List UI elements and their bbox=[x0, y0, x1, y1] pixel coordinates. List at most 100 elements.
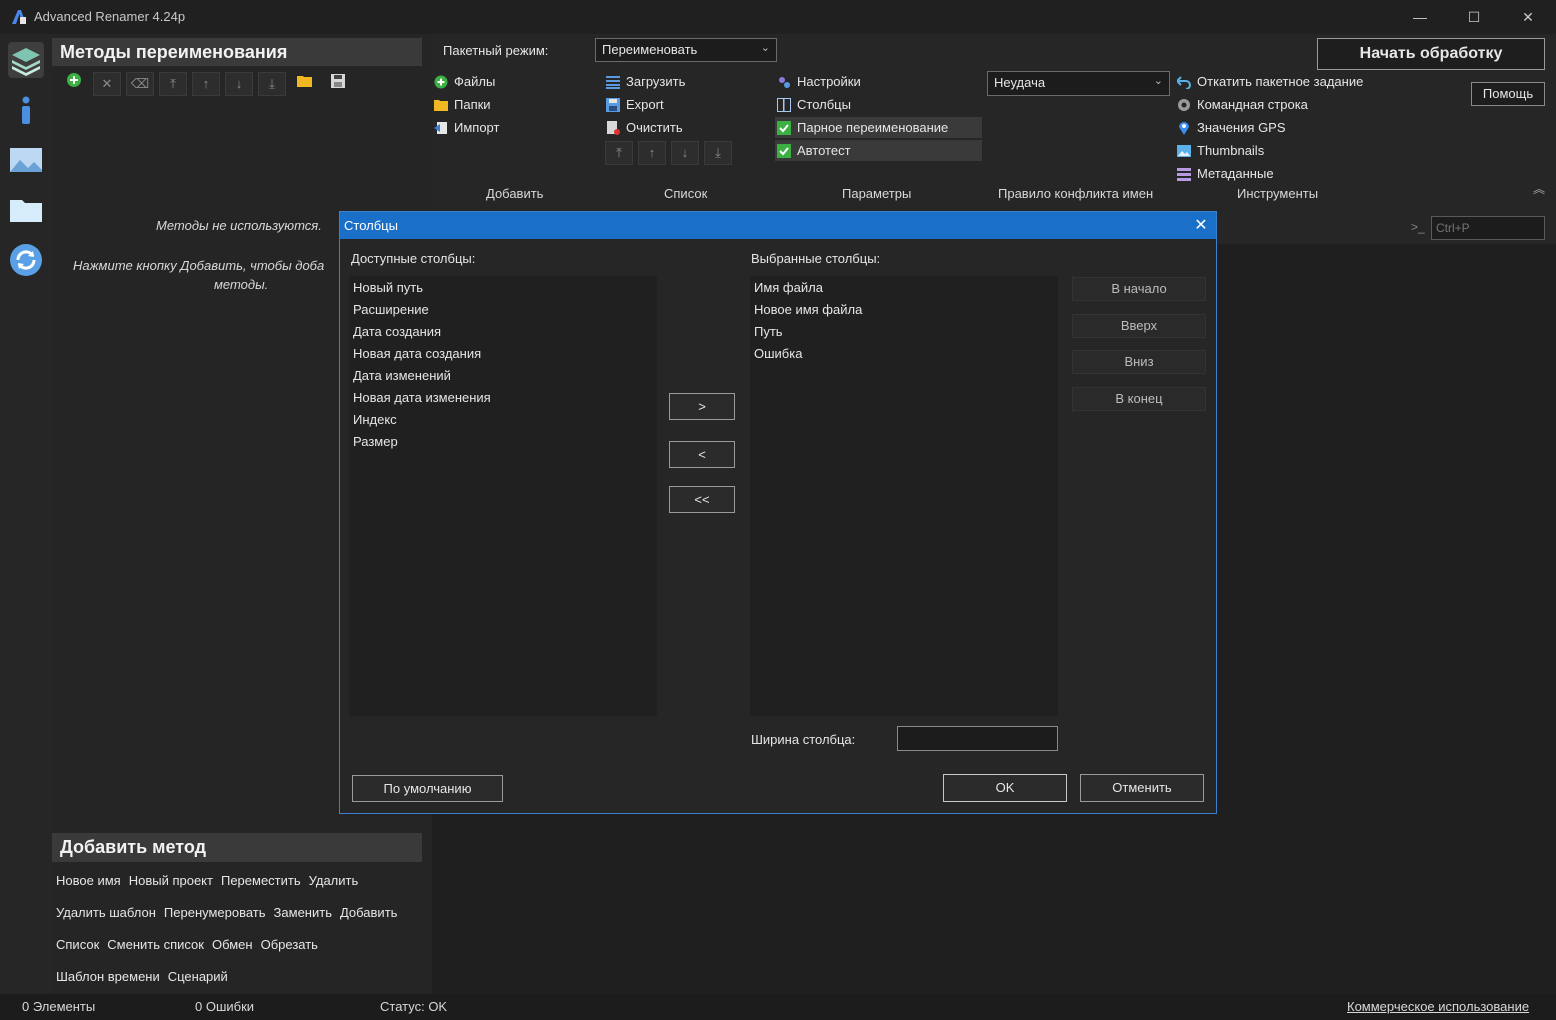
start-processing-button[interactable]: Начать обработку bbox=[1317, 38, 1545, 70]
available-column-item[interactable]: Дата создания bbox=[349, 321, 657, 343]
move-to-start-button[interactable]: В начало bbox=[1072, 277, 1206, 301]
folder-icon[interactable] bbox=[8, 192, 44, 228]
list-move-down-button[interactable]: ↓ bbox=[671, 141, 699, 165]
batch-mode-select[interactable]: Переименовать ⌄ bbox=[595, 38, 777, 62]
add-icon bbox=[67, 73, 81, 87]
tab-conflict-rule[interactable]: Правило конфликта имен bbox=[998, 186, 1153, 201]
dialog-close-icon[interactable]: ✕ bbox=[1190, 215, 1212, 237]
license-link[interactable]: Коммерческое использование bbox=[1347, 999, 1529, 1014]
available-column-item[interactable]: Новый путь bbox=[349, 277, 657, 299]
selected-column-item[interactable]: Имя файла bbox=[750, 277, 1058, 299]
move-to-end-button[interactable]: В конец bbox=[1072, 387, 1206, 411]
available-column-item[interactable]: Размер bbox=[349, 431, 657, 453]
maximize-button[interactable]: ☐ bbox=[1460, 6, 1488, 28]
remove-method-button[interactable]: ✕ bbox=[93, 72, 121, 96]
thumbnails-link[interactable]: Thumbnails bbox=[1177, 143, 1264, 158]
available-column-item[interactable]: Новая дата создания bbox=[349, 343, 657, 365]
method-script[interactable]: Сценарий bbox=[168, 969, 228, 984]
method-list[interactable]: Список bbox=[56, 937, 99, 952]
add-method-section: Добавить метод Новое имя Новый проект Пере… bbox=[52, 833, 422, 993]
add-method-button[interactable] bbox=[60, 72, 88, 96]
info-icon[interactable] bbox=[8, 92, 44, 128]
close-window-button[interactable]: ✕ bbox=[1514, 6, 1542, 28]
available-column-item[interactable]: Индекс bbox=[349, 409, 657, 431]
tab-list[interactable]: Список bbox=[664, 186, 707, 201]
refresh-icon[interactable] bbox=[8, 242, 44, 278]
export-link[interactable]: Export bbox=[606, 97, 664, 112]
image-icon bbox=[1177, 144, 1191, 157]
method-remove-pattern[interactable]: Удалить шаблон bbox=[56, 905, 156, 920]
move-down-button[interactable]: ↓ bbox=[225, 72, 253, 96]
add-column-button[interactable]: > bbox=[669, 393, 735, 420]
method-move[interactable]: Переместить bbox=[221, 873, 301, 888]
autotest-label: Автотест bbox=[797, 143, 851, 158]
move-up-button[interactable]: ↑ bbox=[192, 72, 220, 96]
remove-column-button[interactable]: < bbox=[669, 441, 735, 468]
app-logo-icon bbox=[10, 8, 28, 26]
layers-icon[interactable] bbox=[8, 42, 44, 78]
available-column-item[interactable]: Дата изменений bbox=[349, 365, 657, 387]
tab-tools[interactable]: Инструменты bbox=[1237, 186, 1318, 201]
move-down-button[interactable]: Вниз bbox=[1072, 350, 1206, 374]
selected-column-item[interactable]: Новое имя файла bbox=[750, 299, 1058, 321]
methods-panel-title: Методы переименования bbox=[52, 38, 422, 66]
ok-button[interactable]: OK bbox=[943, 774, 1067, 802]
move-up-button[interactable]: Вверх bbox=[1072, 314, 1206, 338]
cancel-button[interactable]: Отменить bbox=[1080, 774, 1204, 802]
metadata-link[interactable]: Метаданные bbox=[1177, 166, 1274, 181]
list-move-up-button[interactable]: ↑ bbox=[638, 141, 666, 165]
method-list-replace[interactable]: Сменить список bbox=[107, 937, 204, 952]
method-swap[interactable]: Обмен bbox=[212, 937, 253, 952]
selected-columns-list[interactable]: Имя файла Новое имя файла Путь Ошибка bbox=[750, 276, 1058, 716]
load-list-link[interactable]: Загрузить bbox=[606, 74, 685, 89]
command-search-input[interactable] bbox=[1431, 216, 1545, 240]
method-delete[interactable]: Удалить bbox=[309, 873, 359, 888]
import-link[interactable]: Импорт bbox=[434, 120, 499, 135]
clear-list-link[interactable]: Очистить bbox=[606, 120, 683, 135]
command-line-link[interactable]: Командная строка bbox=[1177, 97, 1308, 112]
tab-add[interactable]: Добавить bbox=[486, 186, 543, 201]
add-files-link[interactable]: Файлы bbox=[434, 74, 495, 89]
remove-all-columns-button[interactable]: << bbox=[669, 486, 735, 513]
clear-methods-button[interactable]: ⌫ bbox=[126, 72, 154, 96]
save-preset-button[interactable] bbox=[324, 72, 352, 96]
defaults-button[interactable]: По умолчанию bbox=[352, 775, 503, 802]
tab-params[interactable]: Параметры bbox=[842, 186, 911, 201]
selected-column-item[interactable]: Ошибка bbox=[750, 343, 1058, 365]
folder-icon bbox=[434, 99, 448, 111]
column-width-input[interactable] bbox=[897, 726, 1058, 751]
chevron-down-icon: ⌄ bbox=[760, 42, 770, 54]
method-replace[interactable]: Заменить bbox=[274, 905, 332, 920]
minimize-button[interactable]: — bbox=[1406, 6, 1434, 28]
list-move-top-button[interactable]: ⤒ bbox=[605, 141, 633, 165]
image-icon[interactable] bbox=[8, 142, 44, 178]
available-columns-list[interactable]: Новый путь Расширение Дата создания Новая д… bbox=[349, 276, 657, 716]
collapse-ribbon-icon[interactable]: ︽ bbox=[1533, 180, 1545, 197]
checkbox-checked-icon bbox=[777, 143, 791, 158]
available-column-item[interactable]: Расширение bbox=[349, 299, 657, 321]
command-prompt-icon: >_ bbox=[1411, 220, 1425, 234]
move-top-button[interactable]: ⤒ bbox=[159, 72, 187, 96]
columns-link[interactable]: Столбцы bbox=[777, 97, 851, 112]
method-trim[interactable]: Обрезать bbox=[261, 937, 318, 952]
undo-batch-label: Откатить пакетное задание bbox=[1197, 74, 1364, 89]
method-add[interactable]: Добавить bbox=[340, 905, 397, 920]
selected-column-item[interactable]: Путь bbox=[750, 321, 1058, 343]
open-preset-button[interactable] bbox=[291, 72, 319, 96]
settings-link[interactable]: Настройки bbox=[777, 74, 861, 89]
method-renumber[interactable]: Перенумеровать bbox=[164, 905, 266, 920]
help-button[interactable]: Помощь bbox=[1471, 82, 1545, 106]
method-new-name[interactable]: Новое имя bbox=[56, 873, 121, 888]
autotest-checkbox[interactable]: Автотест bbox=[775, 140, 982, 161]
gps-link[interactable]: Значения GPS bbox=[1177, 120, 1286, 135]
move-bottom-button[interactable]: ⤓ bbox=[258, 72, 286, 96]
conflict-rule-select[interactable]: Неудача ⌄ bbox=[987, 71, 1170, 96]
pair-rename-checkbox[interactable]: Парное переименование bbox=[775, 117, 982, 138]
list-move-bottom-button[interactable]: ⤓ bbox=[704, 141, 732, 165]
method-row-3: Список Сменить список Обмен Обрезать bbox=[56, 937, 326, 952]
method-timestamp[interactable]: Шаблон времени bbox=[56, 969, 160, 984]
add-folders-link[interactable]: Папки bbox=[434, 97, 491, 112]
method-new-project[interactable]: Новый проект bbox=[129, 873, 213, 888]
available-column-item[interactable]: Новая дата изменения bbox=[349, 387, 657, 409]
undo-batch-link[interactable]: Откатить пакетное задание bbox=[1177, 74, 1363, 89]
